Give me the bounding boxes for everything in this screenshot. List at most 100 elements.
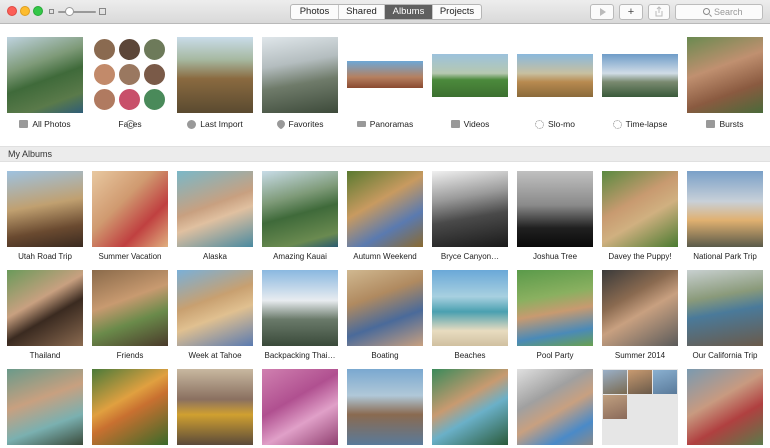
thumbnail-small-icon — [49, 9, 54, 14]
album-panoramas[interactable]: Panoramas — [347, 37, 423, 129]
album-item[interactable]: Amazing Kauai — [262, 171, 338, 261]
album-time-lapse[interactable]: Time-lapse — [602, 37, 678, 129]
album-item[interactable]: Summer 2014 — [602, 270, 678, 360]
album-bursts[interactable]: Bursts — [687, 37, 763, 129]
album-thumbnail-area — [602, 37, 678, 113]
section-title: My Albums — [8, 149, 53, 159]
album-thumbnail — [687, 369, 763, 445]
timelapse-icon — [612, 119, 622, 129]
album-item[interactable] — [177, 369, 253, 445]
album-label: Amazing Kauai — [273, 252, 327, 261]
album-thumbnail — [347, 369, 423, 445]
share-icon — [655, 6, 663, 17]
album-thumbnail — [262, 37, 338, 113]
album-thumbnail — [602, 54, 678, 97]
album-thumbnail — [92, 369, 168, 445]
album-thumbnail — [687, 37, 763, 113]
album-thumbnail — [517, 369, 593, 445]
tab-albums[interactable]: Albums — [385, 5, 433, 19]
album-item[interactable]: Bryce Canyon… — [432, 171, 508, 261]
album-last-import[interactable]: Last Import — [177, 37, 253, 129]
album-item[interactable] — [602, 369, 678, 445]
album-item[interactable]: Boating — [347, 270, 423, 360]
album-label: National Park Trip — [693, 252, 757, 261]
tab-photos[interactable]: Photos — [291, 5, 339, 19]
album-slo-mo[interactable]: Slo-mo — [517, 37, 593, 129]
album-item[interactable] — [262, 369, 338, 445]
album-item[interactable]: Autumn Weekend — [347, 171, 423, 261]
album-item[interactable] — [432, 369, 508, 445]
face-thumbnail — [93, 63, 116, 86]
album-label: Backpacking Thai… — [264, 351, 336, 360]
album-item[interactable]: Summer Vacation — [92, 171, 168, 261]
album-label: Alaska — [202, 252, 227, 261]
tab-shared[interactable]: Shared — [339, 5, 385, 19]
album-thumbnail — [177, 171, 253, 247]
album-item[interactable]: Utah Road Trip — [7, 171, 83, 261]
album-item[interactable]: Backpacking Thai… — [262, 270, 338, 360]
album-item[interactable] — [347, 369, 423, 445]
album-label: Pool Party — [536, 351, 574, 360]
album-videos[interactable]: Videos — [432, 37, 508, 129]
thumbnail-size-slider[interactable] — [58, 11, 96, 13]
fullscreen-button[interactable] — [33, 6, 43, 16]
album-label: Videos — [463, 119, 490, 129]
album-item[interactable]: Thailand — [7, 270, 83, 360]
album-favorites[interactable]: Favorites — [262, 37, 338, 130]
album-thumbnail — [432, 171, 508, 247]
album-item[interactable] — [517, 369, 593, 445]
album-thumbnail — [347, 270, 423, 346]
bursts-icon — [706, 120, 716, 128]
album-thumbnail — [7, 270, 83, 346]
album-thumbnail — [602, 369, 678, 445]
album-thumbnail — [177, 369, 253, 445]
face-thumbnail — [143, 88, 166, 111]
album-label: Autumn Weekend — [353, 252, 417, 261]
album-thumbnail — [432, 270, 508, 346]
faces-thumbnail — [92, 37, 168, 113]
face-thumbnail — [93, 88, 116, 111]
album-all-photos[interactable]: All Photos — [7, 37, 83, 129]
album-label: Time-lapse — [625, 119, 668, 129]
album-item[interactable]: Our California Trip — [687, 270, 763, 360]
album-thumbnail — [7, 369, 83, 445]
search-input[interactable]: Search — [675, 4, 763, 20]
album-item[interactable] — [7, 369, 83, 445]
album-item[interactable]: Davey the Puppy! — [602, 171, 678, 261]
album-label: Joshua Tree — [532, 252, 578, 261]
album-item[interactable]: Friends — [92, 270, 168, 360]
album-item[interactable] — [92, 369, 168, 445]
heart-icon — [274, 118, 287, 130]
search-icon — [703, 8, 710, 15]
slideshow-button[interactable] — [590, 4, 614, 20]
album-item[interactable]: Week at Tahoe — [177, 270, 253, 360]
album-thumbnail — [92, 270, 168, 346]
album-faces[interactable]: Faces — [92, 37, 168, 129]
album-thumbnail — [687, 171, 763, 247]
album-item[interactable]: Pool Party — [517, 270, 593, 360]
slider-knob[interactable] — [65, 7, 74, 16]
section-header: My Albums — [0, 146, 770, 162]
play-icon — [600, 8, 606, 16]
album-thumbnail — [602, 171, 678, 247]
minimize-button[interactable] — [20, 6, 30, 16]
face-thumbnail — [93, 38, 116, 61]
album-item[interactable]: National Park Trip — [687, 171, 763, 261]
album-label: Slo-mo — [548, 119, 575, 129]
album-thumbnail — [432, 54, 508, 97]
album-thumbnail-area — [432, 37, 508, 113]
album-item[interactable] — [687, 369, 763, 445]
album-item[interactable]: Beaches — [432, 270, 508, 360]
face-icon — [125, 119, 135, 129]
album-item[interactable]: Joshua Tree — [517, 171, 593, 261]
album-label: Thailand — [29, 351, 61, 360]
album-thumbnail — [687, 270, 763, 346]
add-button[interactable]: + — [619, 4, 643, 20]
album-item[interactable]: Alaska — [177, 171, 253, 261]
folder-icon — [19, 120, 29, 128]
close-button[interactable] — [7, 6, 17, 16]
tab-projects[interactable]: Projects — [433, 5, 481, 19]
share-button[interactable] — [648, 4, 670, 20]
face-thumbnail — [118, 63, 141, 86]
album-thumbnail — [177, 270, 253, 346]
